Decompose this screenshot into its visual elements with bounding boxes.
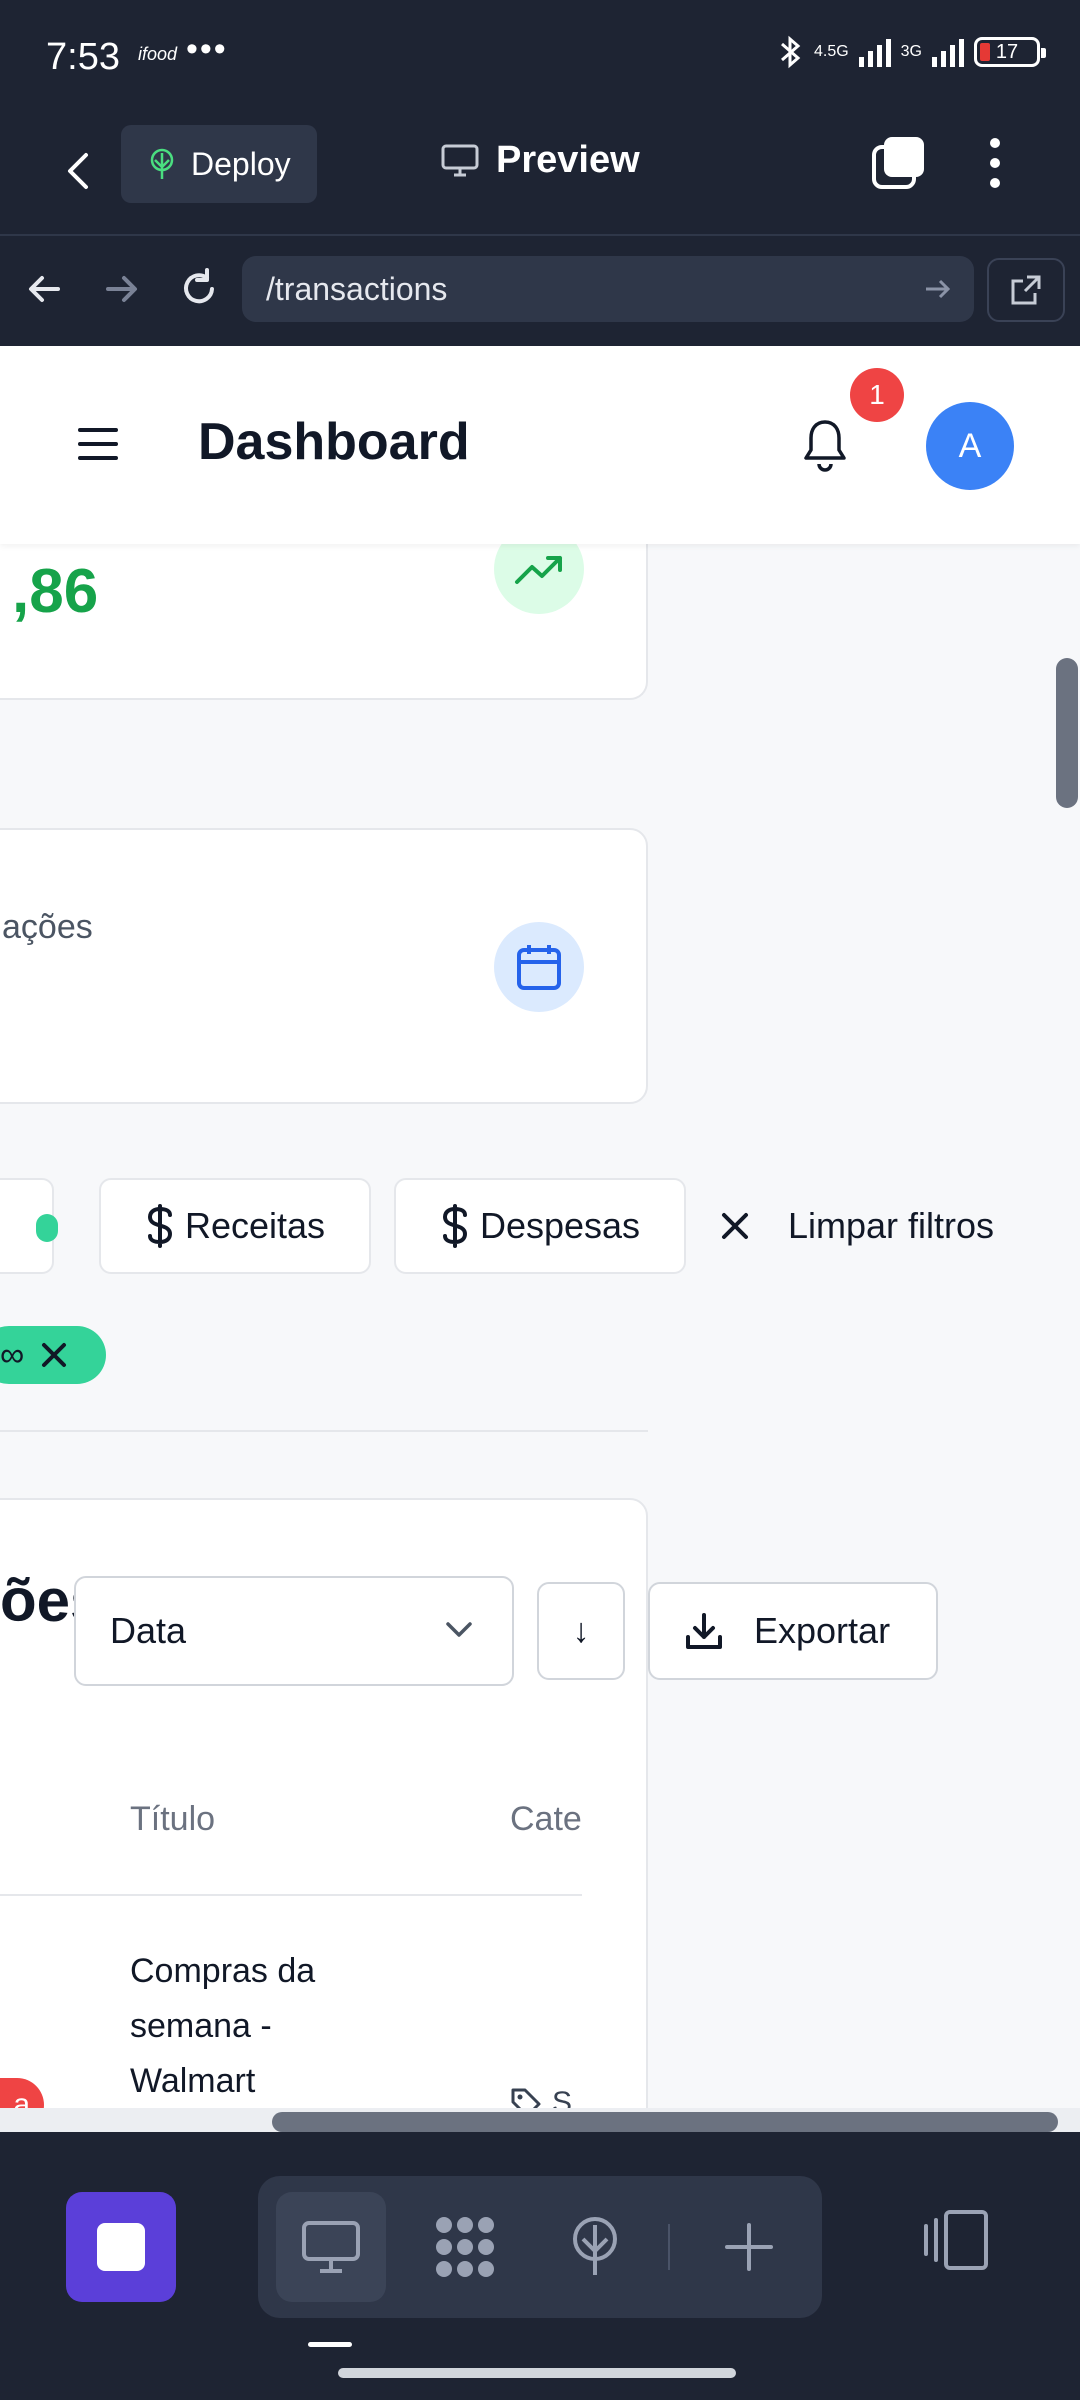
close-icon [722,1213,748,1239]
deploy-button[interactable]: Deploy [121,125,317,203]
vertical-scrollbar[interactable] [1056,658,1078,808]
ifood-notification-icon: ifood [138,44,178,64]
apps-view-button[interactable] [410,2192,520,2302]
column-header-category[interactable]: Cate [510,1800,582,1839]
url-bar[interactable]: /transactions [242,256,974,322]
network-type-2: 3G [900,43,922,60]
remove-filter-icon[interactable] [40,1341,68,1369]
filter-chip-despesas[interactable]: Despesas [394,1178,686,1274]
more-notifications-icon: ••• [186,30,228,68]
bell-icon[interactable] [800,416,850,472]
tabs-icon[interactable] [870,135,926,191]
export-label: Exportar [754,1610,891,1651]
dollar-icon [442,1204,467,1248]
browser-bar: /transactions [0,236,1080,346]
bluetooth-icon [780,35,801,69]
app-toolbar: Deploy Preview [0,115,1080,235]
filter-chip-partial[interactable] [0,1178,58,1274]
clear-filters-button[interactable]: Limpar filtros [720,1178,994,1274]
download-icon [686,1613,722,1649]
chevron-down-icon [446,1622,472,1637]
clock: 7:53 [46,36,120,78]
side-panel-icon[interactable] [920,2202,996,2278]
back-arrow-icon[interactable] [50,141,110,201]
column-header-title[interactable]: Título [130,1800,215,1839]
monitor-icon [302,2221,360,2273]
go-arrow-icon[interactable] [920,272,954,306]
filter-chip-receitas[interactable]: Receitas [99,1178,371,1274]
table-header-divider [0,1894,582,1896]
add-tab-button[interactable] [694,2192,804,2302]
status-bar: 7:53 ifood ••• 4.5G 3G 17 [0,0,1080,115]
bottom-bar [0,2132,1080,2400]
export-button[interactable]: Exportar [648,1582,938,1680]
active-filter-label: ∞ [0,1335,25,1374]
dock-divider [668,2224,670,2270]
open-external-button[interactable] [987,258,1065,322]
horizontal-scrollbar[interactable] [272,2112,1058,2132]
external-link-icon [1011,275,1041,305]
deploy-view-button[interactable] [540,2192,650,2302]
battery-icon: 17 [974,37,1046,67]
home-indicator[interactable] [338,2368,736,2378]
preview-view-button[interactable] [276,2192,386,2302]
stop-icon [97,2223,145,2271]
filter-chip-label: Receitas [184,1205,326,1246]
sort-select-value: Data [110,1610,187,1651]
section-divider [0,1430,648,1432]
notification-badge: 1 [850,368,904,422]
transactions-count-card: ações [0,828,648,1104]
transactions-count-label: ações [2,908,93,946]
sort-direction-button[interactable]: ↓ [537,1582,625,1680]
page-title: Dashboard [198,413,470,471]
calendar-icon [494,922,584,1012]
more-vertical-icon[interactable] [980,133,1010,193]
menu-icon[interactable] [78,426,118,462]
sort-select[interactable]: Data [74,1576,514,1686]
url-text: /transactions [266,270,448,307]
dollar-icon [147,1204,172,1248]
clear-filters-label: Limpar filtros [788,1205,995,1246]
system-indicators: 4.5G 3G 17 [778,34,1046,70]
preview-tab[interactable]: Preview [440,139,640,182]
view-switcher [258,2176,822,2318]
network-type-1: 4.5G [813,43,849,60]
reload-icon[interactable] [174,264,224,314]
balance-amount: ,86 [12,557,99,626]
signal-icon-2 [932,37,964,67]
deploy-icon [150,148,174,179]
deploy-label: Deploy [191,145,291,182]
signal-icon [858,37,891,67]
grid-dots-icon [436,2217,494,2277]
avatar[interactable]: A [926,402,1014,490]
deploy-icon [573,2217,617,2275]
chip-indicator [36,1214,58,1242]
plus-icon [725,2223,773,2271]
filter-chip-label: Despesas [479,1205,641,1246]
active-view-indicator [308,2342,352,2347]
browser-forward-icon[interactable] [96,264,146,314]
monitor-icon [441,144,479,176]
browser-back-icon[interactable] [20,264,70,314]
row-title: Compras da semana - Walmart [130,1952,316,2100]
stop-button[interactable] [66,2192,176,2302]
web-content: Dashboard 1 A ,86 ações Receitas Despesa… [0,346,1080,2132]
preview-label: Preview [496,139,640,181]
active-filter-tag[interactable]: ∞ [0,1326,106,1384]
app-header: Dashboard 1 A [0,346,1080,544]
battery-level: 17 [995,40,1019,63]
